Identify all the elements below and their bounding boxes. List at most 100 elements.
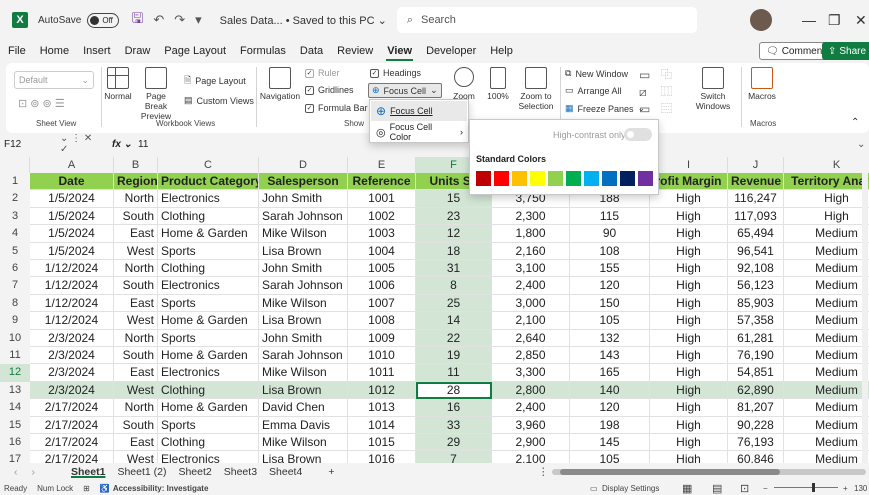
table-cell[interactable]: 143: [570, 347, 650, 365]
focus-cell-toggle-item[interactable]: ⊕ Focus Cell: [371, 101, 467, 121]
table-cell[interactable]: Sarah Johnson: [259, 347, 348, 365]
column-header-i[interactable]: I: [650, 157, 728, 173]
zoom-slider-thumb[interactable]: [812, 483, 815, 492]
tab-review[interactable]: Review: [330, 45, 380, 57]
tab-formulas[interactable]: Formulas: [233, 45, 293, 57]
restore-icon[interactable]: ❐: [828, 12, 841, 29]
table-cell[interactable]: 92,108: [728, 260, 784, 278]
table-cell[interactable]: 33: [416, 416, 492, 434]
table-cell[interactable]: 2/3/2024: [30, 347, 114, 365]
more-options-icon[interactable]: ⋮: [538, 466, 549, 478]
expand-formula-icon[interactable]: ⌄: [857, 139, 865, 150]
table-cell[interactable]: Sports: [158, 416, 259, 434]
table-header-cell[interactable]: Territory Analys: [784, 173, 869, 191]
sheet-view-dropdown[interactable]: Default ⌄: [14, 71, 94, 89]
table-cell[interactable]: 54,851: [728, 364, 784, 382]
sheet-tab-sheet1[interactable]: Sheet1: [65, 466, 111, 478]
table-cell[interactable]: High: [650, 364, 728, 382]
tab-developer[interactable]: Developer: [419, 45, 483, 57]
table-cell[interactable]: West: [114, 451, 158, 463]
table-cell[interactable]: High: [650, 381, 728, 400]
table-cell[interactable]: 81,207: [728, 399, 784, 417]
table-cell[interactable]: Sarah Johnson: [259, 207, 348, 226]
table-cell[interactable]: 23: [416, 207, 492, 226]
table-cell[interactable]: 1015: [348, 434, 416, 452]
table-cell[interactable]: 57,358: [728, 312, 784, 330]
table-cell[interactable]: David Chen: [259, 399, 348, 417]
switch-windows-button[interactable]: Switch Windows: [690, 67, 736, 111]
color-swatch-purple[interactable]: [638, 171, 653, 186]
table-cell[interactable]: 145: [570, 434, 650, 452]
column-header-j[interactable]: J: [728, 157, 784, 173]
zoom-percent[interactable]: 130: [854, 484, 867, 493]
table-cell[interactable]: 2/3/2024: [30, 329, 114, 347]
table-cell[interactable]: 3,100: [492, 260, 570, 278]
table-cell[interactable]: East: [114, 225, 158, 243]
table-cell[interactable]: 29: [416, 434, 492, 452]
select-all-corner[interactable]: [0, 157, 30, 173]
table-header-cell[interactable]: Salesperson: [259, 173, 348, 191]
sheet-tab-sheet1-2[interactable]: Sheet1 (2): [111, 466, 172, 478]
table-cell[interactable]: Electronics: [158, 364, 259, 382]
row-header[interactable]: 9: [0, 312, 30, 330]
table-cell[interactable]: Mike Wilson: [259, 434, 348, 452]
row-header[interactable]: 7: [0, 277, 30, 295]
table-cell[interactable]: High: [650, 294, 728, 313]
table-cell[interactable]: Medium: [784, 381, 869, 400]
table-cell[interactable]: 1/5/2024: [30, 242, 114, 260]
table-cell[interactable]: 96,541: [728, 242, 784, 260]
page-break-button[interactable]: Page Break Preview: [136, 67, 176, 121]
row-header[interactable]: 16: [0, 434, 30, 452]
row-header[interactable]: 15: [0, 416, 30, 434]
table-cell[interactable]: Lisa Brown: [259, 381, 348, 400]
cancel-enter-icons[interactable]: ⌄ ⋮ ✕ ✓: [60, 133, 100, 155]
table-cell[interactable]: 1004: [348, 242, 416, 260]
share-button[interactable]: ⇪ Share: [822, 42, 869, 60]
table-cell[interactable]: Electronics: [158, 277, 259, 295]
undo-icon[interactable]: ↶: [153, 12, 164, 28]
table-cell[interactable]: Mike Wilson: [259, 225, 348, 243]
table-cell[interactable]: Emma Davis: [259, 416, 348, 434]
high-contrast-toggle[interactable]: [624, 128, 652, 141]
table-cell[interactable]: 1002: [348, 207, 416, 226]
table-cell[interactable]: 105: [570, 312, 650, 330]
table-cell[interactable]: 1005: [348, 260, 416, 278]
table-cell[interactable]: 1/12/2024: [30, 277, 114, 295]
sheet-tab-sheet2[interactable]: Sheet2: [172, 466, 217, 478]
table-cell[interactable]: South: [114, 207, 158, 226]
display-settings-button[interactable]: Display Settings: [602, 484, 659, 493]
table-cell[interactable]: 117,093: [728, 207, 784, 226]
table-cell[interactable]: 108: [570, 242, 650, 260]
table-cell[interactable]: 1012: [348, 381, 416, 400]
table-cell[interactable]: High: [650, 242, 728, 260]
table-cell[interactable]: 1006: [348, 277, 416, 295]
table-cell[interactable]: North: [114, 260, 158, 278]
table-cell[interactable]: 1011: [348, 364, 416, 382]
row-header[interactable]: 6: [0, 260, 30, 278]
table-cell[interactable]: High: [650, 399, 728, 417]
table-cell[interactable]: Home & Garden: [158, 312, 259, 330]
table-cell[interactable]: High: [650, 434, 728, 452]
formula-input[interactable]: 11: [138, 139, 148, 150]
table-cell[interactable]: Medium: [784, 330, 869, 347]
table-cell[interactable]: 2/17/2024: [30, 399, 114, 417]
table-cell[interactable]: Medium: [784, 312, 869, 330]
tab-data[interactable]: Data: [293, 45, 330, 57]
table-header-cell[interactable]: Date: [30, 173, 114, 191]
table-cell[interactable]: John Smith: [259, 329, 348, 347]
redo-icon[interactable]: ↷: [174, 12, 185, 28]
zoom-slider[interactable]: [774, 483, 838, 492]
row-header[interactable]: 5: [0, 242, 30, 260]
add-sheet-button[interactable]: +: [322, 466, 340, 478]
collapse-ribbon-icon[interactable]: ⌃: [851, 117, 859, 128]
table-cell[interactable]: East: [114, 294, 158, 313]
table-cell[interactable]: West: [114, 312, 158, 330]
table-cell[interactable]: 2,800: [492, 381, 570, 400]
table-cell[interactable]: 2,640: [492, 329, 570, 347]
table-cell[interactable]: Medium: [784, 364, 869, 382]
navigation-button[interactable]: Navigation: [260, 67, 300, 101]
table-cell[interactable]: 1003: [348, 225, 416, 243]
row-header[interactable]: 14: [0, 399, 30, 417]
table-cell[interactable]: Medium: [784, 434, 869, 452]
search-box[interactable]: ⌕ Search: [396, 7, 697, 33]
